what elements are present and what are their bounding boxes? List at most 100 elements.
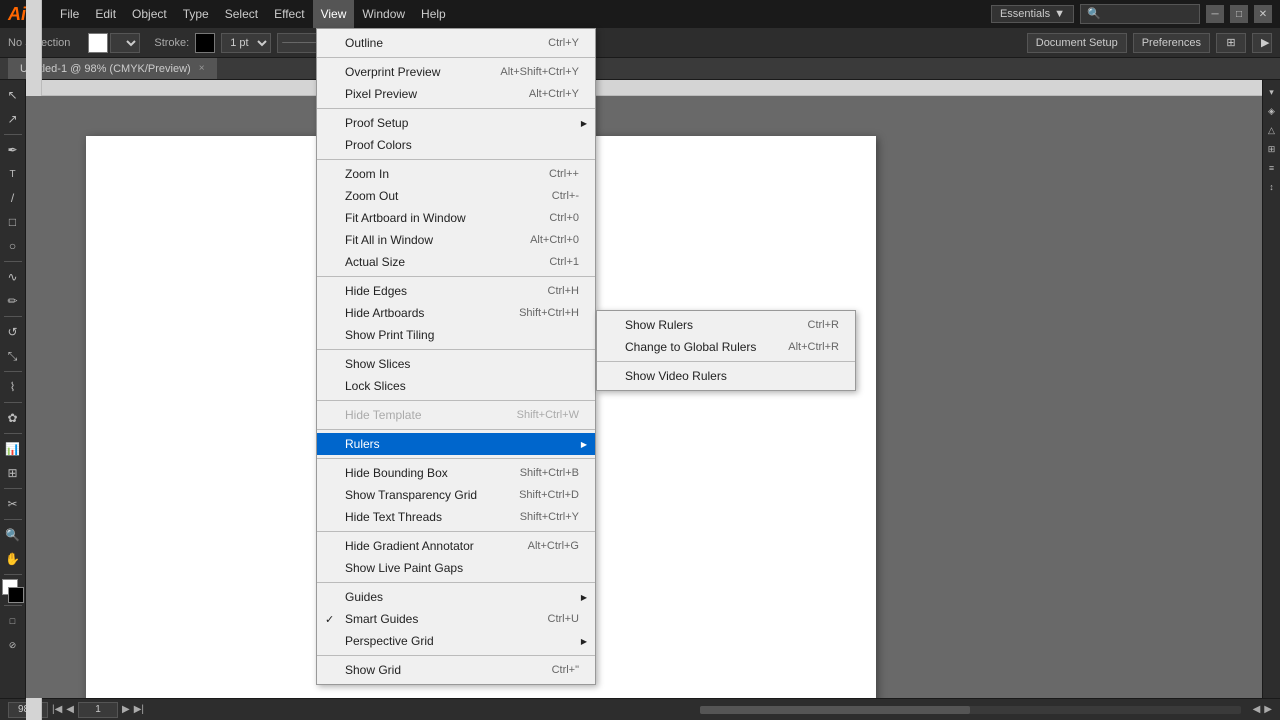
menu-help[interactable]: Help <box>413 0 454 28</box>
hand-tool[interactable]: ✋ <box>2 548 24 570</box>
vm-hide-template[interactable]: Hide Template Shift+Ctrl+W <box>317 404 595 426</box>
rs-change-global-rulers[interactable]: Change to Global Rulers Alt+Ctrl+R <box>597 336 855 358</box>
menu-edit[interactable]: Edit <box>87 0 124 28</box>
minimize-button[interactable]: ─ <box>1206 5 1224 23</box>
background-color[interactable] <box>8 587 24 603</box>
type-tool[interactable]: T <box>2 163 24 185</box>
rs-show-rulers[interactable]: Show Rulers Ctrl+R <box>597 314 855 336</box>
panel-btn-6[interactable]: ↕ <box>1264 179 1280 195</box>
essentials-button[interactable]: Essentials ▼ <box>991 5 1074 23</box>
first-page-button[interactable]: |◀ <box>52 704 62 715</box>
preferences-button[interactable]: Preferences <box>1133 33 1210 53</box>
vm-hide-text-threads[interactable]: Hide Text Threads Shift+Ctrl+Y <box>317 506 595 528</box>
stroke-swatch[interactable] <box>195 33 215 53</box>
pen-tool[interactable]: ✒ <box>2 139 24 161</box>
right-panel: ▾ ◈ △ ⊞ ≡ ↕ <box>1262 80 1280 698</box>
vm-sep-1 <box>317 57 595 58</box>
vm-zoom-in-label: Zoom In <box>345 167 389 181</box>
rs-show-video-rulers[interactable]: Show Video Rulers <box>597 365 855 387</box>
slice-tool[interactable]: ✂ <box>2 493 24 515</box>
arrange-button[interactable]: ⊞ <box>1216 33 1246 53</box>
rotate-tool[interactable]: ↺ <box>2 321 24 343</box>
workspace-inner <box>26 96 1262 698</box>
vm-zoom-out[interactable]: Zoom Out Ctrl+- <box>317 185 595 207</box>
vm-fit-artboard[interactable]: Fit Artboard in Window Ctrl+0 <box>317 207 595 229</box>
document-setup-button[interactable]: Document Setup <box>1027 33 1127 53</box>
vm-zoom-in[interactable]: Zoom In Ctrl++ <box>317 163 595 185</box>
vm-smart-guides[interactable]: ✓ Smart Guides Ctrl+U <box>317 608 595 630</box>
pencil-tool[interactable]: ✏ <box>2 290 24 312</box>
vm-perspective-grid[interactable]: Perspective Grid <box>317 630 595 652</box>
vm-show-slices[interactable]: Show Slices <box>317 353 595 375</box>
vm-guides[interactable]: Guides <box>317 586 595 608</box>
options-bar: No Selection Stroke: 1 pt Document Setup… <box>0 28 1280 58</box>
close-button[interactable]: ✕ <box>1254 5 1272 23</box>
stroke-size-select[interactable]: 1 pt <box>221 33 271 53</box>
direct-selection-tool[interactable]: ↗ <box>2 108 24 130</box>
vm-show-print-tiling[interactable]: Show Print Tiling <box>317 324 595 346</box>
scroll-left-button[interactable]: ◀ <box>1253 704 1261 715</box>
paintbrush-tool[interactable]: ∿ <box>2 266 24 288</box>
menu-window[interactable]: Window <box>354 0 413 28</box>
vm-actual-size[interactable]: Actual Size Ctrl+1 <box>317 251 595 273</box>
prev-page-button[interactable]: ◀ <box>66 704 74 715</box>
vm-proof-colors-label: Proof Colors <box>345 138 412 152</box>
vm-show-transparency-grid[interactable]: Show Transparency Grid Shift+Ctrl+D <box>317 484 595 506</box>
document-tab-title: Untitled-1 @ 98% (CMYK/Preview) <box>20 63 191 75</box>
vm-fit-all-shortcut: Alt+Ctrl+0 <box>530 234 579 246</box>
panel-btn-4[interactable]: ⊞ <box>1264 141 1280 157</box>
vm-show-live-paint-gaps[interactable]: Show Live Paint Gaps <box>317 557 595 579</box>
menu-type[interactable]: Type <box>175 0 217 28</box>
vm-pixel-preview[interactable]: Pixel Preview Alt+Ctrl+Y <box>317 83 595 105</box>
vm-sep-3 <box>317 159 595 160</box>
warp-tool[interactable]: ⌇ <box>2 376 24 398</box>
menu-select[interactable]: Select <box>217 0 266 28</box>
vm-hide-bounding-box[interactable]: Hide Bounding Box Shift+Ctrl+B <box>317 462 595 484</box>
vm-show-slices-label: Show Slices <box>345 357 410 371</box>
column-graph-tool[interactable]: 📊 <box>2 438 24 460</box>
rectangle-tool[interactable]: □ <box>2 211 24 233</box>
selection-tool[interactable]: ↖ <box>2 84 24 106</box>
page-input[interactable] <box>78 702 118 718</box>
fill-select[interactable] <box>110 33 140 53</box>
vm-proof-setup[interactable]: Proof Setup <box>317 112 595 134</box>
vm-smart-guides-shortcut: Ctrl+U <box>548 613 579 625</box>
vm-overprint-preview[interactable]: Overprint Preview Alt+Shift+Ctrl+Y <box>317 61 595 83</box>
vm-lock-slices[interactable]: Lock Slices <box>317 375 595 397</box>
vm-proof-colors[interactable]: Proof Colors <box>317 134 595 156</box>
canvas-area[interactable] <box>26 96 1262 698</box>
vm-zoom-out-shortcut: Ctrl+- <box>552 190 579 202</box>
scroll-right-button[interactable]: ▶ <box>1264 704 1272 715</box>
vm-guides-label: Guides <box>345 590 383 604</box>
ellipse-tool[interactable]: ○ <box>2 235 24 257</box>
zoom-tool[interactable]: 🔍 <box>2 524 24 546</box>
vm-rulers[interactable]: Rulers <box>317 433 595 455</box>
symbol-sprayer-tool[interactable]: ✿ <box>2 407 24 429</box>
panel-btn-2[interactable]: ◈ <box>1264 103 1280 119</box>
line-tool[interactable]: / <box>2 187 24 209</box>
fill-mode-button[interactable]: □ <box>2 610 24 632</box>
panel-btn-1[interactable]: ▾ <box>1264 84 1280 100</box>
vm-hide-gradient-annotator[interactable]: Hide Gradient Annotator Alt+Ctrl+G <box>317 535 595 557</box>
scale-tool[interactable]: ⤡ <box>2 345 24 367</box>
menu-file[interactable]: File <box>52 0 87 28</box>
vm-show-grid[interactable]: Show Grid Ctrl+" <box>317 659 595 681</box>
search-input[interactable] <box>1080 4 1200 24</box>
menu-effect[interactable]: Effect <box>266 0 312 28</box>
next-page-button[interactable]: ▶ <box>122 704 130 715</box>
panel-btn-3[interactable]: △ <box>1264 122 1280 138</box>
panel-btn-5[interactable]: ≡ <box>1264 160 1280 176</box>
artboard-tool[interactable]: ⊞ <box>2 462 24 484</box>
fill-swatch[interactable] <box>88 33 108 53</box>
last-page-button[interactable]: ▶| <box>134 704 144 715</box>
none-fill-button[interactable]: ⊘ <box>2 634 24 656</box>
vm-fit-all[interactable]: Fit All in Window Alt+Ctrl+0 <box>317 229 595 251</box>
menu-object[interactable]: Object <box>124 0 175 28</box>
menu-view[interactable]: View <box>313 0 355 28</box>
more-options-button[interactable]: ▶ <box>1252 33 1272 53</box>
vm-outline[interactable]: Outline Ctrl+Y <box>317 32 595 54</box>
vm-hide-edges[interactable]: Hide Edges Ctrl+H <box>317 280 595 302</box>
vm-hide-artboards[interactable]: Hide Artboards Shift+Ctrl+H <box>317 302 595 324</box>
document-tab-close[interactable]: × <box>199 63 205 74</box>
maximize-button[interactable]: □ <box>1230 5 1248 23</box>
